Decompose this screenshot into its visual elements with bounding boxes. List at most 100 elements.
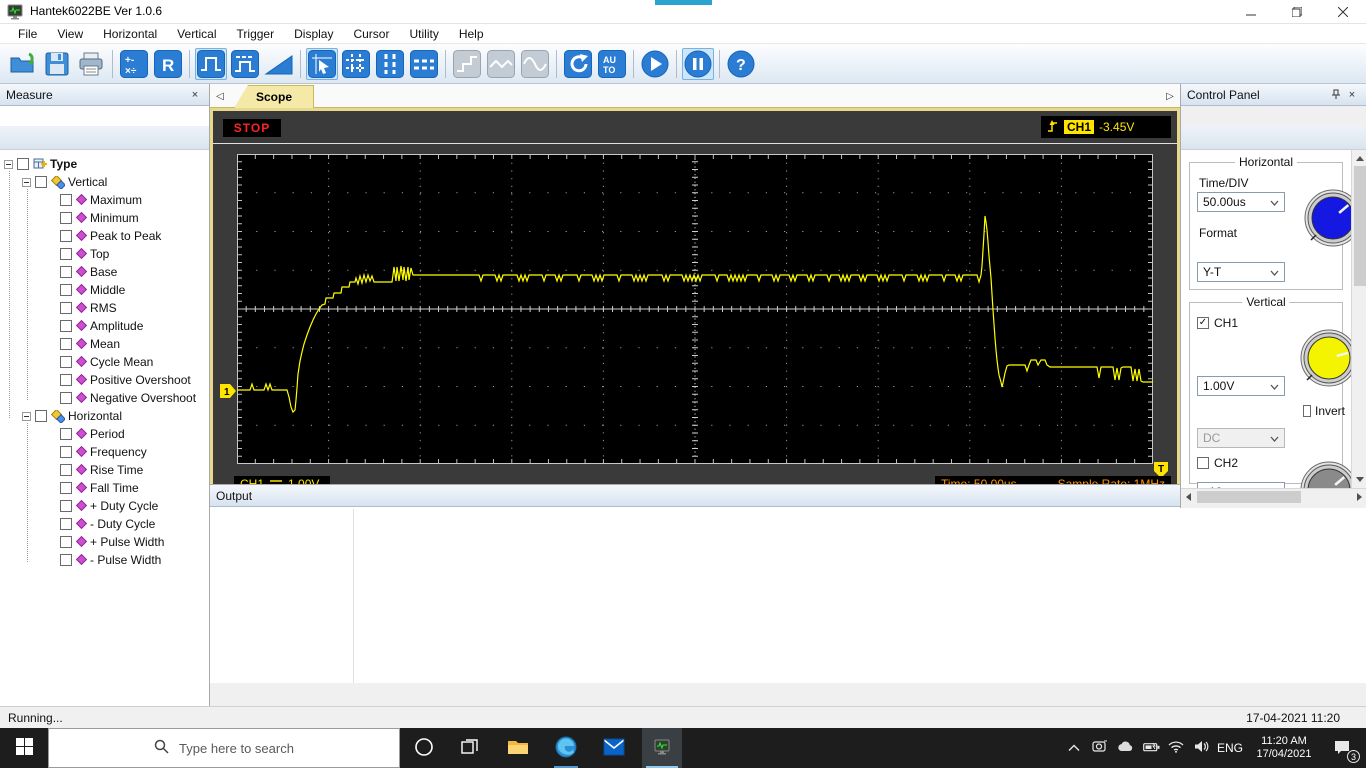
tree-item-horizontal[interactable]: Horizontal <box>0 407 122 425</box>
menu-view[interactable]: View <box>47 25 93 43</box>
tree-item-maximum[interactable]: Maximum <box>0 191 142 209</box>
notification-center-button[interactable]: 3 <box>1322 728 1362 768</box>
tree-item-positive-overshoot[interactable]: Positive Overshoot <box>0 371 191 389</box>
control-vertical-scrollbar[interactable] <box>1351 150 1366 488</box>
control-horizontal-scrollbar[interactable] <box>1181 488 1366 504</box>
ch1-volt-select[interactable]: 1.00V <box>1197 376 1285 396</box>
invert-checkbox[interactable] <box>1303 405 1311 417</box>
vbars-toolbar-button[interactable] <box>374 48 406 80</box>
pulse-toolbar-button[interactable] <box>195 47 227 80</box>
menu-display[interactable]: Display <box>284 25 343 43</box>
ch2-knob[interactable] <box>1299 460 1359 488</box>
tray-capture-icon[interactable] <box>1088 728 1112 768</box>
restore-button[interactable] <box>1274 0 1320 24</box>
control-pin-icon[interactable] <box>1328 87 1344 103</box>
reference-toolbar-button[interactable]: R <box>152 48 184 80</box>
channel1-position-marker[interactable]: 1 <box>220 384 237 399</box>
play-toolbar-button[interactable] <box>639 48 671 80</box>
tree-checkbox[interactable] <box>60 356 72 368</box>
tree-checkbox[interactable] <box>60 374 72 386</box>
hscroll-thumb[interactable] <box>1197 491 1301 503</box>
tree-checkbox[interactable] <box>35 410 47 422</box>
hbars-toolbar-button[interactable] <box>408 48 440 80</box>
menu-trigger[interactable]: Trigger <box>227 25 285 43</box>
tree-item-middle[interactable]: Middle <box>0 281 125 299</box>
tray-clock[interactable]: 11:20 AM 17/04/2021 <box>1248 728 1320 768</box>
tree-item-frequency[interactable]: Frequency <box>0 443 147 461</box>
tray-chevron-up-icon[interactable] <box>1062 728 1086 768</box>
tree-checkbox[interactable] <box>60 482 72 494</box>
tree-item-rise-time[interactable]: Rise Time <box>0 461 143 479</box>
math-toolbar-button[interactable]: +- ×÷ <box>118 48 150 80</box>
cursor-toolbar-button[interactable] <box>306 47 338 80</box>
scroll-down-icon[interactable] <box>1356 477 1364 482</box>
tree-checkbox[interactable] <box>60 302 72 314</box>
menu-cursor[interactable]: Cursor <box>343 25 399 43</box>
tree-checkbox[interactable] <box>60 518 72 530</box>
tree-checkbox[interactable] <box>60 554 72 566</box>
tree-checkbox[interactable] <box>60 266 72 278</box>
tree-checkbox[interactable] <box>17 158 29 170</box>
open-toolbar-button[interactable] <box>7 48 39 80</box>
tree-checkbox[interactable] <box>60 230 72 242</box>
task-view-button[interactable] <box>448 728 492 768</box>
tree-collapse-icon[interactable] <box>22 411 31 421</box>
tray-volume-icon[interactable] <box>1188 728 1214 768</box>
save-toolbar-button[interactable] <box>41 48 73 80</box>
menu-horizontal[interactable]: Horizontal <box>93 25 167 43</box>
scroll-up-icon[interactable] <box>1356 156 1364 161</box>
tab-scope[interactable]: Scope <box>234 85 314 108</box>
tree-item-base[interactable]: Base <box>0 263 117 281</box>
vscroll-thumb[interactable] <box>1354 166 1366 286</box>
tree-checkbox[interactable] <box>35 176 47 188</box>
tray-onedrive-icon[interactable] <box>1112 728 1138 768</box>
tree-collapse-icon[interactable] <box>22 177 31 187</box>
tree-checkbox[interactable] <box>60 194 72 206</box>
scroll-right-icon[interactable] <box>1357 493 1362 501</box>
ch1-coupling-select[interactable]: DC <box>1197 428 1285 448</box>
tray-battery-icon[interactable] <box>1138 728 1164 768</box>
pause-toolbar-button[interactable] <box>682 47 714 80</box>
tree-item-top[interactable]: Top <box>0 245 109 263</box>
tray-wifi-icon[interactable] <box>1164 728 1188 768</box>
minimize-button[interactable] <box>1228 0 1274 24</box>
ch1-checkbox[interactable] <box>1197 317 1209 329</box>
tree-checkbox[interactable] <box>60 536 72 548</box>
menu-file[interactable]: File <box>8 25 47 43</box>
ch1-knob[interactable] <box>1299 328 1359 391</box>
scroll-left-icon[interactable] <box>1186 493 1191 501</box>
mail-button[interactable] <box>592 728 636 768</box>
tree-checkbox[interactable] <box>60 284 72 296</box>
tab-scroll-left-icon[interactable]: ◁ <box>213 89 227 103</box>
edge-button[interactable] <box>544 728 588 768</box>
taskbar-search-input[interactable]: Type here to search <box>48 728 400 768</box>
menu-help[interactable]: Help <box>449 25 494 43</box>
ramp-toolbar-button[interactable] <box>263 48 295 80</box>
ch2-enable[interactable]: CH2 <box>1197 456 1238 470</box>
tree-item-vertical[interactable]: Vertical <box>0 173 107 191</box>
tree-checkbox[interactable] <box>60 212 72 224</box>
ch1-invert[interactable]: Invert <box>1303 404 1345 418</box>
tree-checkbox[interactable] <box>60 320 72 332</box>
print-toolbar-button[interactable] <box>75 48 107 80</box>
tree-item-peak-to-peak[interactable]: Peak to Peak <box>0 227 161 245</box>
tree-item--pulse-width[interactable]: - Pulse Width <box>0 551 161 569</box>
tree-checkbox[interactable] <box>60 446 72 458</box>
tree-item--duty-cycle[interactable]: - Duty Cycle <box>0 515 155 533</box>
format-select[interactable]: Y-T <box>1197 262 1285 282</box>
tree-item--pulse-width[interactable]: + Pulse Width <box>0 533 164 551</box>
menu-vertical[interactable]: Vertical <box>167 25 226 43</box>
tree-item-minimum[interactable]: Minimum <box>0 209 139 227</box>
tree-checkbox[interactable] <box>60 464 72 476</box>
waveform-display[interactable] <box>237 154 1154 464</box>
control-close-icon[interactable]: × <box>1344 87 1360 103</box>
auto-toolbar-button[interactable]: AU TO <box>596 48 628 80</box>
tree-item-amplitude[interactable]: Amplitude <box>0 317 143 335</box>
tree-item-rms[interactable]: RMS <box>0 299 117 317</box>
tree-item-mean[interactable]: Mean <box>0 335 120 353</box>
tree-item-negative-overshoot[interactable]: Negative Overshoot <box>0 389 196 407</box>
tree-item--duty-cycle[interactable]: + Duty Cycle <box>0 497 158 515</box>
grid-toolbar-button[interactable] <box>340 48 372 80</box>
menu-utility[interactable]: Utility <box>399 25 448 43</box>
pulse-train-toolbar-button[interactable] <box>229 48 261 80</box>
